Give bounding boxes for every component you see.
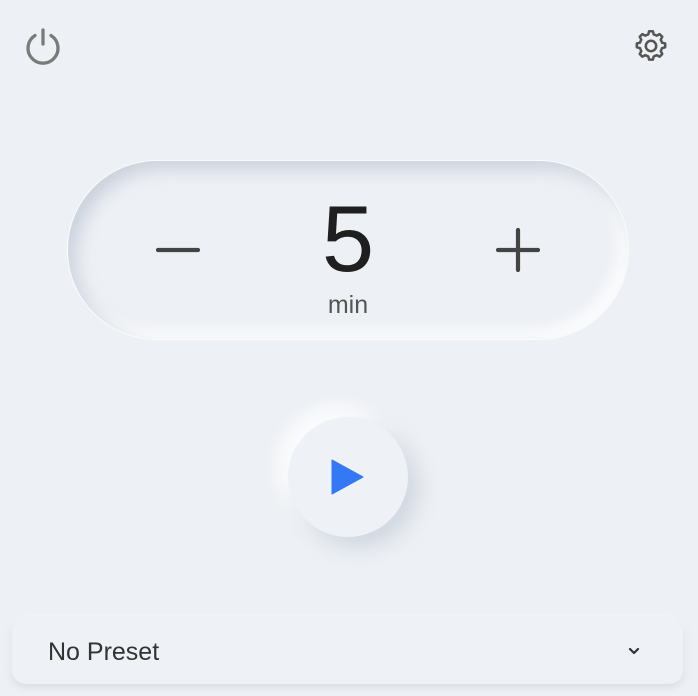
gear-icon <box>631 26 671 66</box>
decrease-duration-button[interactable] <box>146 218 210 282</box>
power-button[interactable] <box>21 24 65 68</box>
duration-unit: min <box>327 291 369 319</box>
timer-app-window: 5 min No Preset <box>0 0 698 696</box>
duration-value: 5 <box>321 186 375 291</box>
duration-stepper: 5 min <box>68 161 628 339</box>
settings-button[interactable] <box>629 24 673 68</box>
power-icon <box>23 26 63 66</box>
preset-selected-value: No Preset <box>48 638 160 666</box>
play-icon <box>329 457 367 497</box>
chevron-down-icon <box>624 641 644 661</box>
minus-icon <box>154 226 202 274</box>
increase-duration-button[interactable] <box>486 218 550 282</box>
plus-icon <box>494 226 542 274</box>
preset-dropdown[interactable]: No Preset <box>12 619 683 684</box>
start-timer-button[interactable] <box>288 417 408 537</box>
